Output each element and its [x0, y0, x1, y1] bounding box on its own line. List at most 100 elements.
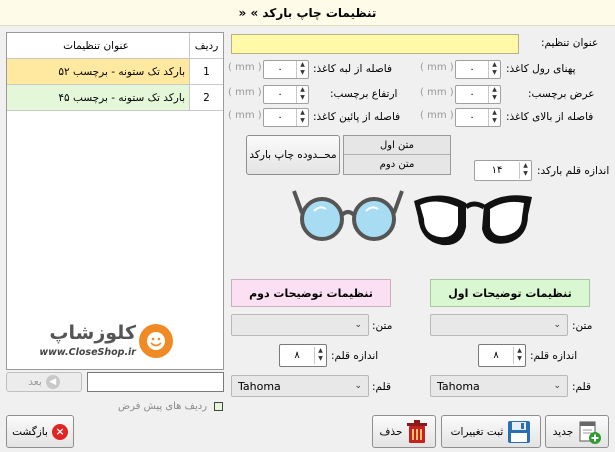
- delete-label: حذف: [379, 425, 403, 438]
- back-button[interactable]: بازگشت ×: [6, 415, 74, 448]
- stepper-arrows-icon[interactable]: ▲ ▼: [513, 347, 525, 364]
- window-title-bar: تنظیمات چاپ بارکد » «: [0, 0, 615, 26]
- watermark-brand: کلوزشاپ: [49, 322, 136, 344]
- edge-gap-stepper[interactable]: ۰ ▲ ▼: [263, 60, 309, 79]
- stepper-arrows-icon[interactable]: ▲ ▼: [296, 61, 308, 78]
- col-header-title[interactable]: عنوان تنظیمات: [7, 33, 189, 58]
- next-button-wrap: بعد ◀: [6, 372, 82, 392]
- desc1-size-stepper[interactable]: ۸ ▲ ▼: [478, 344, 526, 367]
- stepper-value: ۸: [493, 350, 499, 361]
- new-document-icon: [579, 421, 602, 444]
- row-title: بارکد تک ستونه - برچسب ۵۲: [58, 65, 185, 78]
- edge-gap-label: فاصله از لبه کاغذ:: [313, 63, 392, 75]
- stepper-value: ۰: [277, 64, 283, 75]
- title-marker: «: [238, 6, 247, 20]
- new-label: جدید: [552, 425, 574, 438]
- table-row[interactable]: 2 بارکد تک ستونه - برچسب ۴۵: [7, 85, 223, 111]
- row-id: 2: [189, 85, 223, 110]
- stepper-arrows-icon[interactable]: ▲ ▼: [314, 347, 326, 364]
- text-order-box: متن اول متن دوم: [343, 135, 451, 175]
- chevron-down-icon: ⌄: [553, 381, 561, 391]
- delete-button[interactable]: حذف: [372, 415, 436, 448]
- row-id: 1: [189, 59, 223, 84]
- arrow-left-icon: ◀: [45, 375, 60, 389]
- unit-mm: ( mm ): [420, 110, 454, 121]
- default-row-swatch: [214, 402, 223, 411]
- label-width-label: عرض برچسب:: [528, 88, 595, 100]
- stepper-arrows-icon[interactable]: ▲ ▼: [296, 109, 308, 126]
- stepper-value: ۰: [469, 112, 475, 123]
- stepper-value: ۰: [277, 89, 283, 100]
- table-header: ردیف عنوان تنظیمات: [7, 33, 223, 59]
- watermark-url: www.CloseShop.ir: [39, 347, 136, 358]
- desc2-text-select[interactable]: ⌄: [231, 314, 369, 336]
- next-label: بعد: [28, 376, 42, 388]
- print-area-label: محــدوده چاپ بارکد: [249, 149, 337, 161]
- stepper-value: ۰: [277, 112, 283, 123]
- new-button[interactable]: جدید: [545, 415, 609, 448]
- label-width-stepper[interactable]: ۰ ▲ ▼: [455, 85, 501, 104]
- watermark-logo: کلوزشاپ www.CloseShop.ir: [14, 322, 174, 362]
- desc1-size-label: اندازه قلم:: [530, 350, 578, 362]
- desc1-font-value: Tahoma: [437, 379, 480, 393]
- desc2-text-label: متن:: [372, 320, 393, 332]
- stepper-value: ۰: [469, 64, 475, 75]
- stepper-value: ۱۴: [491, 165, 503, 176]
- unit-mm: ( mm ): [228, 110, 262, 121]
- label-height-label: ارتفاع برچسب:: [330, 88, 398, 100]
- stepper-arrows-icon[interactable]: ▲ ▼: [296, 86, 308, 103]
- row-title: بارکد تک ستونه - برچسب ۴۵: [58, 91, 185, 104]
- text-first-item[interactable]: متن اول: [344, 136, 450, 155]
- desc2-font-value: Tahoma: [238, 379, 281, 393]
- top-gap-stepper[interactable]: ۰ ▲ ▼: [455, 108, 501, 127]
- smile-icon: [139, 324, 173, 358]
- unit-mm: ( mm ): [420, 87, 454, 98]
- table-search-input[interactable]: [87, 372, 224, 392]
- back-label: بازگشت: [12, 425, 48, 438]
- roll-width-stepper[interactable]: ۰ ▲ ▼: [455, 60, 501, 79]
- settings-name-input[interactable]: [231, 34, 519, 54]
- stepper-arrows-icon[interactable]: ▲ ▼: [488, 86, 500, 103]
- desc1-text-label: متن:: [572, 320, 593, 332]
- label-height-stepper[interactable]: ۰ ▲ ▼: [263, 85, 309, 104]
- floppy-disk-icon: [508, 420, 531, 443]
- desc2-font-label: قلم:: [372, 381, 392, 393]
- bottom-gap-stepper[interactable]: ۰ ▲ ▼: [263, 108, 309, 127]
- col-header-row[interactable]: ردیف: [189, 33, 223, 58]
- desc2-size-label: اندازه قلم:: [331, 350, 379, 362]
- default-row-label: ردیف های پیش فرض: [118, 401, 208, 412]
- chevron-down-icon: ⌄: [354, 320, 362, 330]
- chevron-down-icon: ⌄: [553, 320, 561, 330]
- desc2-header: تنظیمات توضیحات دوم: [231, 279, 391, 307]
- stepper-arrows-icon[interactable]: ▲ ▼: [488, 61, 500, 78]
- glasses-black-icon: [414, 195, 532, 246]
- name-label: عنوان تنظیم:: [541, 37, 599, 49]
- save-label: ثبت تغییرات: [450, 425, 504, 438]
- glasses-blue-icon: [292, 190, 404, 241]
- top-gap-label: فاصله از بالای کاغذ:: [506, 111, 594, 123]
- trash-icon: [407, 419, 428, 443]
- desc1-font-select[interactable]: Tahoma ⌄: [430, 375, 568, 397]
- print-area-button[interactable]: محــدوده چاپ بارکد: [246, 135, 340, 175]
- stepper-value: ۰: [469, 89, 475, 100]
- stepper-arrows-icon[interactable]: ▲ ▼: [488, 109, 500, 126]
- desc2-size-stepper[interactable]: ۸ ▲ ▼: [279, 344, 327, 367]
- table-row[interactable]: 1 بارکد تک ستونه - برچسب ۵۲: [7, 59, 223, 85]
- text-second-item[interactable]: متن دوم: [344, 155, 450, 174]
- desc2-font-select[interactable]: Tahoma ⌄: [231, 375, 369, 397]
- window-title: تنظیمات چاپ بارکد »: [250, 6, 377, 20]
- unit-mm: ( mm ): [228, 87, 262, 98]
- save-button[interactable]: ثبت تغییرات: [441, 415, 541, 448]
- stepper-value: ۸: [294, 350, 300, 361]
- barcode-font-stepper[interactable]: ۱۴ ▲ ▼: [474, 160, 532, 181]
- roll-width-label: پهنای رول کاغذ:: [506, 63, 576, 75]
- stepper-arrows-icon[interactable]: ▲ ▼: [519, 162, 531, 179]
- unit-mm: ( mm ): [228, 62, 262, 73]
- desc1-header-text: تنظیمات توضیحات اول: [448, 286, 572, 300]
- barcode-font-label: اندازه قلم بارکد:: [537, 165, 610, 177]
- next-button[interactable]: بعد ◀: [6, 372, 82, 392]
- desc1-text-select[interactable]: ⌄: [430, 314, 568, 336]
- desc2-header-text: تنظیمات توضیحات دوم: [249, 286, 373, 300]
- settings-table: ردیف عنوان تنظیمات 1 بارکد تک ستونه - بر…: [6, 32, 224, 370]
- chevron-down-icon: ⌄: [354, 381, 362, 391]
